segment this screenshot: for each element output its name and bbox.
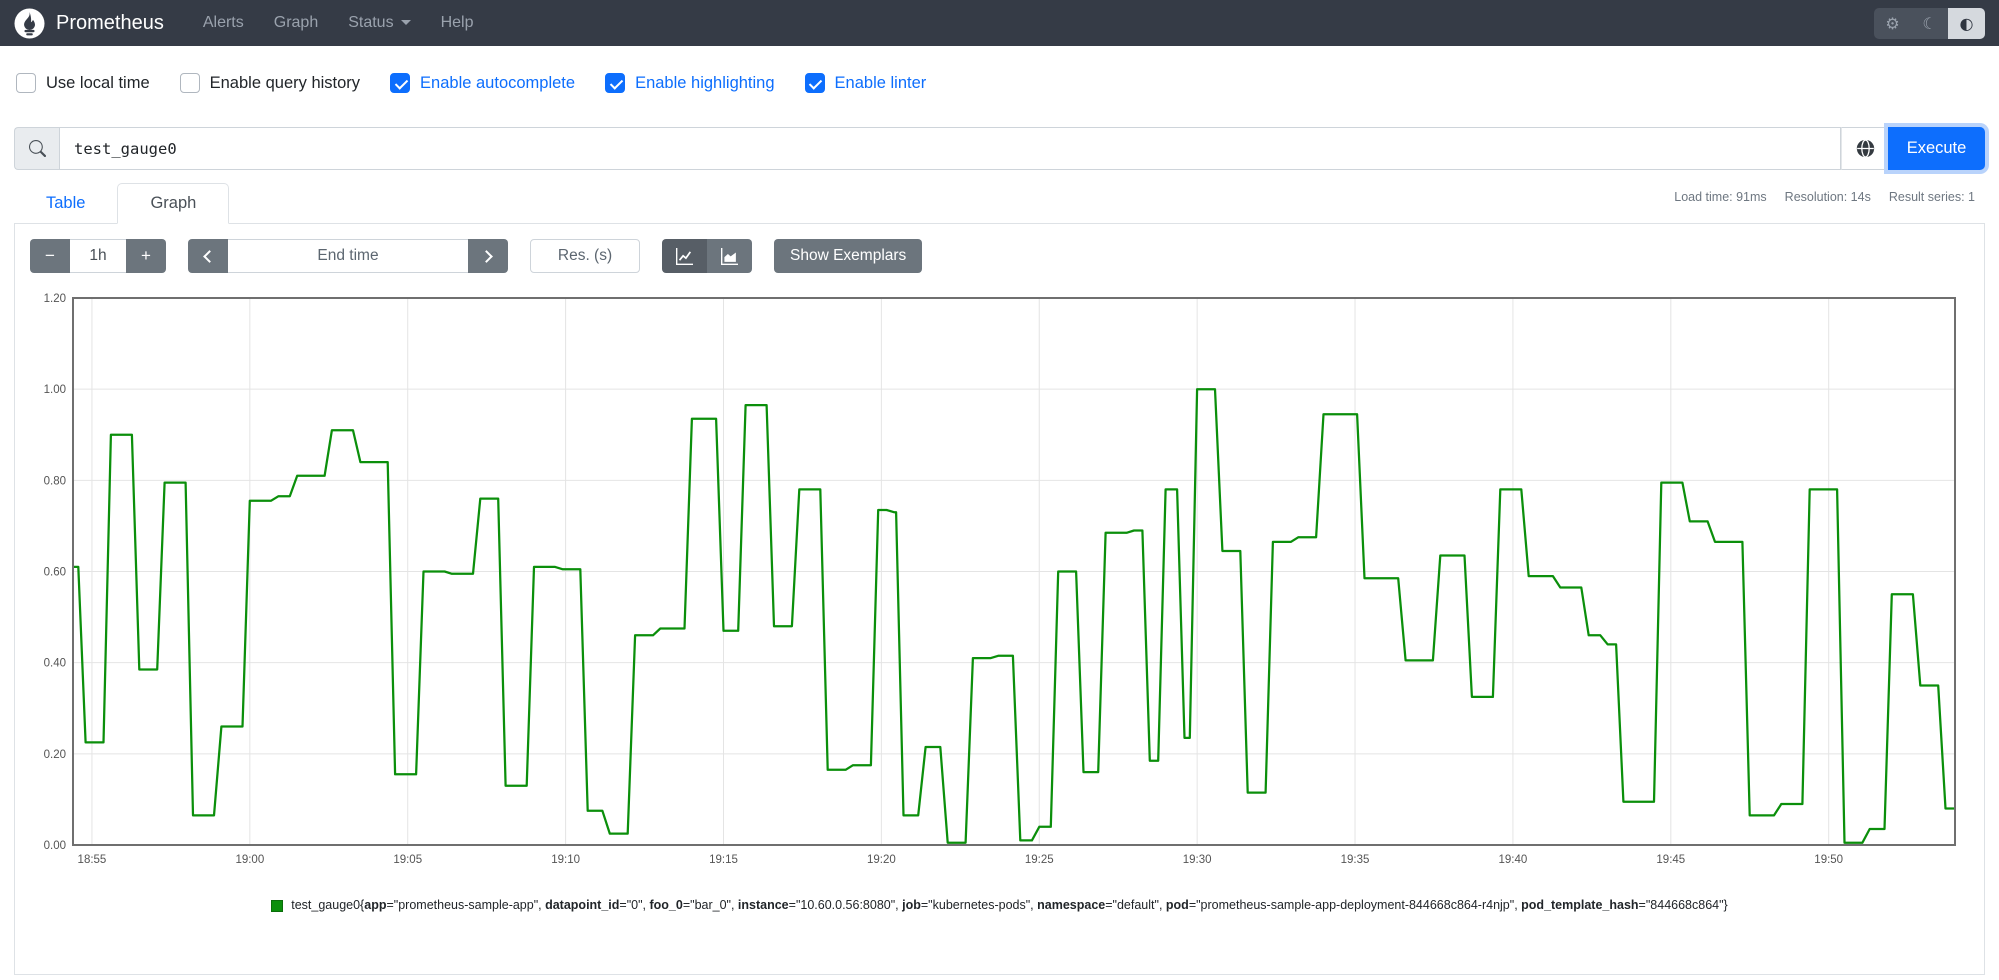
time-series-chart[interactable]: 0.00 0.20 0.40 0.60 0.80 1.00 1.20 18:55 19:00 19… [20,288,1972,874]
y-tick-label: 0.80 [44,475,66,487]
search-addon [14,127,59,170]
dark-theme-moon-button[interactable]: ☾ [1911,8,1948,39]
option-label: Enable query history [209,73,361,92]
range-decrease-button[interactable]: − [30,239,70,273]
x-tick-label: 19:05 [393,854,422,866]
y-tick-label: 0.00 [44,840,66,852]
chart-type-toggle-group [662,239,752,273]
nav-items: Alerts Graph Status Help [188,14,489,32]
line-chart-toggle-button[interactable] [662,239,707,273]
option-label: Use local time [46,73,150,92]
checkbox-enable-highlighting[interactable] [605,73,626,93]
option-label: Enable linter [834,73,927,92]
checkbox-enable-linter[interactable] [804,73,825,93]
metrics-explorer-globe-icon [1856,139,1875,158]
time-back-button[interactable] [188,239,228,273]
app-brand[interactable]: Prometheus [56,12,164,35]
option-label: Enable highlighting [635,73,775,92]
nav-item-alerts[interactable]: Alerts [188,14,259,32]
stacked-chart-icon [721,247,738,265]
x-tick-label: 19:25 [1025,854,1054,866]
x-tick-label: 19:40 [1499,854,1528,866]
result-series-stat: Result series: 1 [1888,190,1975,204]
x-tick-label: 19:30 [1183,854,1212,866]
dark-mode-moon-icon: ☾ [1922,13,1937,33]
x-tick-label: 19:45 [1656,854,1685,866]
resolution-stat: Resolution: 14s [1784,190,1871,204]
tabs-row: Table Graph [14,183,230,224]
resolution-input[interactable] [530,239,640,273]
y-tick-label: 0.60 [44,567,66,579]
line-chart-icon [676,247,693,265]
prometheus-logo-icon [14,7,45,39]
end-time-input[interactable] [228,239,468,273]
query-options-row: Use local time Enable query history Enable… [16,60,1999,106]
x-tick-label: 19:35 [1341,854,1370,866]
option-label: Enable autocomplete [420,73,576,92]
query-bar: Execute [14,127,1985,170]
theme-toggle-group: ⚙ ☾ ◐ [1874,7,1985,39]
y-tick-label: 1.00 [44,384,66,396]
tab-graph[interactable]: Graph [117,183,230,224]
series-color-swatch [271,900,284,912]
stacked-chart-toggle-button[interactable] [707,239,752,273]
x-tick-label: 18:55 [78,854,107,866]
nav-item-graph[interactable]: Graph [259,14,333,32]
chevron-right-icon [480,249,493,263]
brand-wrap[interactable]: Prometheus [14,7,164,39]
metrics-explorer-button[interactable] [1841,127,1888,170]
x-tick-label: 19:00 [235,854,264,866]
chart-legend[interactable]: test_gauge0{app="prometheus-sample-app",… [30,898,1969,912]
settings-gear-button[interactable]: ⚙ [1874,8,1911,39]
range-control-group: − + [30,239,166,273]
time-control-group [188,239,508,273]
navbar: Prometheus Alerts Graph Status Help ⚙ ☾ ◐ [0,0,1999,46]
option-use-local-time[interactable]: Use local time [16,73,150,93]
y-tick-label: 1.20 [44,293,66,305]
query-stats: Load time: 91ms Resolution: 14s Result s… [1674,190,1975,204]
show-exemplars-button[interactable]: Show Exemplars [774,239,923,273]
x-tick-label: 19:15 [709,854,738,866]
range-increase-button[interactable]: + [126,239,166,273]
query-input[interactable] [59,127,1841,170]
range-input[interactable] [70,239,126,273]
checkbox-enable-autocomplete[interactable] [390,73,411,93]
auto-theme-button[interactable]: ◐ [1948,7,1985,39]
option-enable-highlighting[interactable]: Enable highlighting [605,73,775,93]
checkbox-use-local-time[interactable] [16,73,36,93]
load-time-stat: Load time: 91ms [1674,190,1767,204]
prometheus-app: Prometheus Alerts Graph Status Help ⚙ ☾ ◐ U… [0,0,1999,980]
tab-table[interactable]: Table [14,183,117,224]
chevron-left-icon [203,249,216,263]
y-tick-label: 0.40 [44,658,66,670]
search-icon [28,140,46,157]
execute-button[interactable]: Execute [1888,127,1985,170]
checkbox-enable-query-history[interactable] [179,73,200,93]
x-tick-label: 19:10 [551,854,580,866]
graph-controls: − + [30,239,923,273]
option-enable-autocomplete[interactable]: Enable autocomplete [390,73,575,93]
x-tick-label: 19:50 [1814,854,1843,866]
caret-down-icon [400,20,411,26]
settings-gear-icon: ⚙ [1885,13,1900,33]
x-tick-label: 19:20 [867,854,896,866]
time-forward-button[interactable] [468,239,508,273]
nav-item-help[interactable]: Help [426,14,489,32]
option-enable-linter[interactable]: Enable linter [804,73,927,93]
option-enable-query-history[interactable]: Enable query history [179,73,361,93]
auto-theme-contrast-icon: ◐ [1959,13,1974,33]
nav-item-status[interactable]: Status [333,14,425,32]
series-legend-text: test_gauge0{app="prometheus-sample-app",… [291,898,1728,912]
y-tick-label: 0.20 [44,749,66,761]
